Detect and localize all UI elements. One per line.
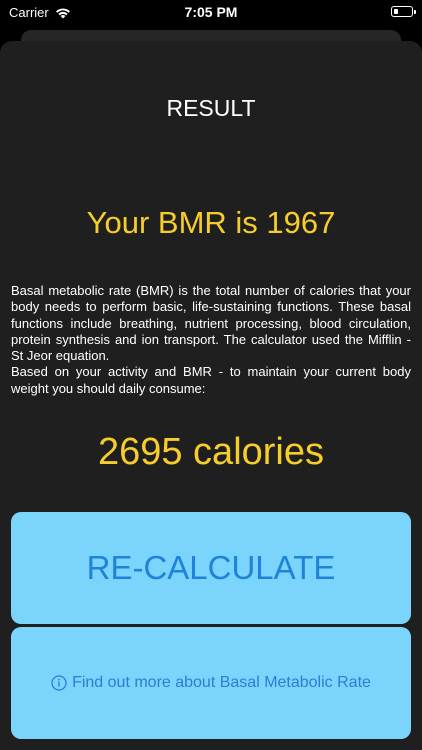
- battery-icon: [391, 6, 416, 17]
- status-time: 7:05 PM: [184, 4, 238, 20]
- bmr-description-paragraph-2: Based on your activity and BMR - to main…: [11, 364, 411, 396]
- recalculate-button[interactable]: RE-CALCULATE: [11, 512, 411, 624]
- daily-calories: 2695 calories: [97, 431, 325, 473]
- bmr-description: Basal metabolic rate (BMR) is the total …: [11, 283, 411, 397]
- battery-level: [393, 8, 398, 14]
- info-circle-icon: [51, 675, 67, 691]
- status-bar: Carrier 7:05 PM: [0, 0, 422, 26]
- bmr-value: Your BMR is 1967: [86, 205, 336, 240]
- learn-more-bmr-button[interactable]: Find out more about Basal Metabolic Rate: [11, 627, 411, 739]
- result-title: RESULT: [166, 95, 256, 121]
- learn-more-bmr-label: Find out more about Basal Metabolic Rate: [72, 674, 371, 691]
- recalculate-label: RE-CALCULATE: [86, 549, 336, 586]
- bmr-description-paragraph-1: Basal metabolic rate (BMR) is the total …: [11, 283, 411, 364]
